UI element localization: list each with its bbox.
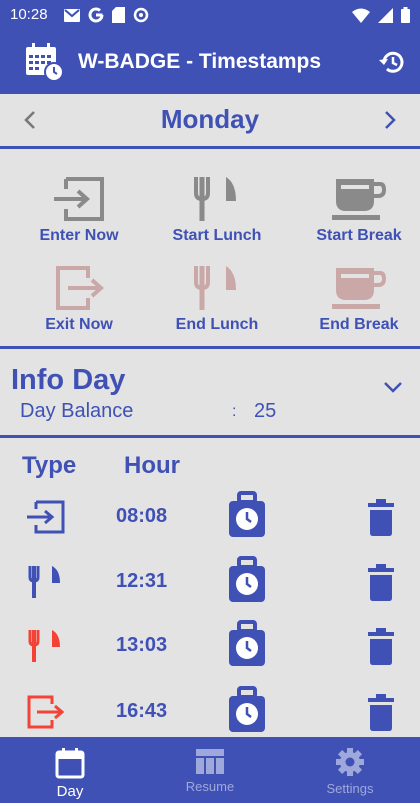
- cutlery-icon: [194, 266, 236, 310]
- delete-icon[interactable]: [367, 564, 395, 602]
- nav-item-resume[interactable]: Resume: [140, 737, 280, 803]
- nav-label: Resume: [185, 779, 235, 794]
- history-icon[interactable]: [378, 48, 406, 76]
- cutlery-icon: [28, 566, 60, 598]
- notification-icons: [64, 7, 149, 23]
- day-balance-value: 25: [254, 400, 277, 422]
- chevron-down-icon[interactable]: [382, 378, 404, 396]
- column-header-type: Type: [22, 452, 77, 479]
- edit-time-icon[interactable]: [227, 556, 267, 604]
- action-label: Exit Now: [45, 316, 113, 333]
- cutlery-icon: [194, 177, 236, 221]
- row-hour: 13:03: [116, 634, 168, 656]
- calendar-icon: [55, 748, 85, 779]
- status-time: 10:28: [10, 6, 48, 23]
- timestamps-table: Type Hour 08:08 12:31 13:03 16:43: [0, 440, 420, 737]
- nav-item-settings[interactable]: Settings: [280, 737, 420, 803]
- delete-icon[interactable]: [367, 694, 395, 732]
- edit-time-icon[interactable]: [227, 686, 267, 734]
- signal-icon: [378, 7, 393, 23]
- table-row: 08:08: [0, 485, 420, 549]
- action-label: End Break: [319, 316, 399, 333]
- divider: [0, 146, 420, 149]
- action-label: End Lunch: [175, 316, 259, 333]
- info-day-title: Info Day: [11, 364, 126, 396]
- delete-icon[interactable]: [367, 499, 395, 537]
- coffee-icon: [332, 179, 387, 220]
- table-icon: [196, 749, 224, 774]
- enter-icon: [54, 177, 104, 221]
- row-hour: 16:43: [116, 700, 168, 722]
- info-day-panel: Info Day Day Balance : 25: [0, 350, 420, 435]
- calendar-clock-icon: [26, 43, 64, 82]
- exit-icon: [27, 695, 65, 729]
- chevron-right-icon[interactable]: [378, 106, 402, 134]
- enter-now-button[interactable]: Enter Now: [19, 175, 139, 245]
- nav-item-day[interactable]: Day: [0, 737, 140, 803]
- table-row: 12:31: [0, 550, 420, 614]
- day-navigator: Monday: [0, 94, 420, 146]
- table-row: 16:43: [0, 680, 420, 737]
- edit-time-icon[interactable]: [227, 491, 267, 539]
- system-icons: [352, 7, 410, 23]
- nav-label: Settings: [326, 781, 374, 796]
- action-grid: Enter Now Start Lunch Start Break Exit N…: [0, 150, 420, 345]
- balance-separator: :: [232, 403, 237, 420]
- end-lunch-button[interactable]: End Lunch: [157, 264, 277, 334]
- gmail-icon: [64, 8, 80, 22]
- exit-icon: [56, 266, 105, 310]
- app-title: W-BADGE - Timestamps: [78, 50, 322, 73]
- enter-icon: [27, 500, 65, 534]
- row-hour: 08:08: [116, 505, 168, 527]
- table-row: 13:03: [0, 614, 420, 678]
- delete-icon[interactable]: [367, 628, 395, 666]
- day-balance-label: Day Balance: [20, 400, 134, 422]
- sd-card-icon: [112, 7, 125, 23]
- status-bar: 10:28: [0, 0, 420, 30]
- data-saver-icon: [133, 7, 149, 23]
- battery-icon: [401, 7, 410, 23]
- edit-time-icon[interactable]: [227, 620, 267, 668]
- nav-label: Day: [56, 783, 84, 800]
- bottom-navigation: Day Resume Settings: [0, 737, 420, 803]
- start-break-button[interactable]: Start Break: [299, 175, 419, 245]
- action-label: Start Lunch: [172, 227, 262, 244]
- coffee-icon: [332, 268, 387, 309]
- action-label: Enter Now: [39, 227, 119, 244]
- app-bar: W-BADGE - Timestamps: [0, 30, 420, 94]
- wifi-icon: [352, 8, 370, 23]
- day-label: Monday: [160, 104, 260, 134]
- cutlery-icon: [28, 630, 60, 662]
- google-icon: [88, 7, 104, 23]
- end-break-button[interactable]: End Break: [299, 264, 419, 334]
- column-header-hour: Hour: [124, 452, 180, 479]
- gear-icon: [336, 748, 364, 776]
- start-lunch-button[interactable]: Start Lunch: [157, 175, 277, 245]
- action-label: Start Break: [316, 227, 402, 244]
- exit-now-button[interactable]: Exit Now: [19, 264, 139, 334]
- divider: [0, 346, 420, 349]
- row-hour: 12:31: [116, 570, 168, 592]
- divider: [0, 435, 420, 438]
